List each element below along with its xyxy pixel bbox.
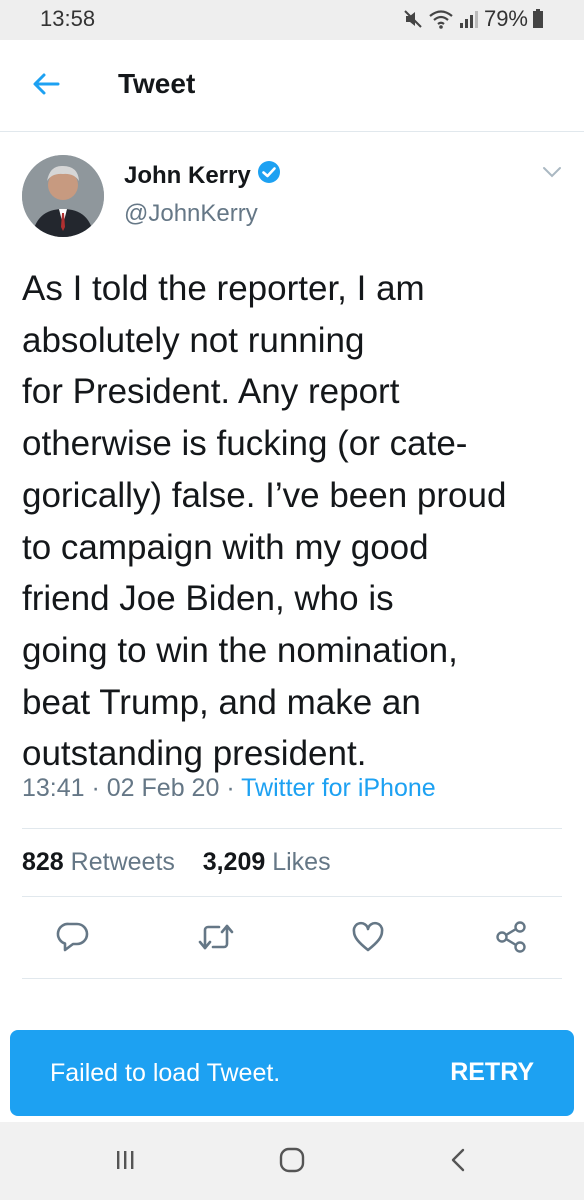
reply-button[interactable]	[48, 914, 98, 964]
retry-button[interactable]: RETRY	[450, 1058, 534, 1087]
tweet-text-line: beat Trump, and make an	[22, 682, 421, 722]
likes-stat[interactable]: 3,209 Likes	[203, 848, 331, 876]
tweet-text-line: gorically) false. I’ve been proud	[22, 475, 507, 515]
share-icon	[494, 920, 528, 959]
battery-percent: 79%	[483, 6, 528, 31]
status-icons: 79%	[402, 6, 544, 32]
retweet-icon	[197, 922, 235, 957]
tweet-stats: 828 Retweets 3,209 Likes	[22, 848, 331, 877]
tweet-text-line: otherwise is fucking (or cate-	[22, 424, 468, 464]
recent-apps-button[interactable]	[103, 1140, 147, 1184]
retweets-label: Retweets	[70, 848, 175, 876]
tweet-text-line: for President. Any report	[22, 372, 400, 412]
meta-separator: ·	[84, 774, 107, 802]
error-snackbar: Failed to load Tweet. RETRY	[10, 1030, 574, 1116]
recent-apps-icon	[113, 1148, 137, 1177]
divider	[22, 828, 562, 829]
home-icon	[278, 1146, 306, 1179]
tweet-time: 13:41	[22, 774, 85, 802]
wifi-icon	[428, 8, 454, 30]
likes-count: 3,209	[202, 848, 266, 876]
author-name-text: John Kerry	[124, 161, 251, 189]
page-title: Tweet	[118, 68, 196, 99]
tweet-text-line: outstanding president.	[22, 734, 367, 774]
chevron-down-icon	[542, 165, 562, 183]
retweet-button[interactable]	[191, 914, 241, 964]
tweet-text-line: As I told the reporter, I am	[22, 269, 425, 308]
like-button[interactable]	[343, 914, 393, 964]
app-header: Tweet	[0, 40, 584, 132]
chevron-left-icon	[448, 1147, 468, 1178]
status-time: 13:58	[40, 6, 96, 31]
signal-icon	[458, 8, 480, 30]
back-nav-button[interactable]	[436, 1140, 480, 1184]
tweet-text: As I told the reporter, I am absolutely …	[22, 263, 567, 780]
verified-badge-icon	[257, 160, 281, 191]
avatar[interactable]	[22, 155, 104, 237]
tweet-text-line: absolutely not running	[22, 320, 365, 360]
author-handle[interactable]: @JohnKerry	[124, 200, 258, 228]
retweets-count: 828	[22, 848, 64, 876]
likes-label: Likes	[272, 848, 331, 876]
retweets-stat[interactable]: 828 Retweets	[22, 848, 175, 876]
tweet-menu-button[interactable]	[538, 164, 566, 184]
author-name[interactable]: John Kerry	[124, 160, 281, 191]
mute-icon	[402, 8, 424, 30]
tweet-text-line: friend Joe Biden, who is	[22, 579, 394, 619]
snackbar-message: Failed to load Tweet.	[50, 1059, 281, 1087]
arrow-left-icon	[32, 72, 60, 101]
tweet-actions	[0, 914, 584, 964]
home-button[interactable]	[270, 1140, 314, 1184]
battery-icon	[532, 8, 544, 30]
heart-icon	[351, 921, 385, 958]
tweet-text-line: to campaign with my good	[22, 527, 429, 567]
system-nav-bar	[0, 1122, 584, 1200]
back-button[interactable]	[24, 64, 68, 108]
tweet-date: 02 Feb 20	[106, 774, 220, 802]
tweet-meta: 13:41 · 02 Feb 20 · Twitter for iPhone	[22, 774, 436, 803]
status-bar: 13:58 79%	[0, 0, 584, 40]
share-button[interactable]	[486, 914, 536, 964]
divider	[22, 896, 562, 897]
divider	[22, 978, 562, 979]
reply-icon	[56, 921, 90, 958]
tweet-source-link[interactable]: Twitter for iPhone	[241, 774, 436, 802]
tweet-text-line: going to win the nomination,	[22, 630, 458, 670]
meta-separator: ·	[219, 774, 242, 802]
